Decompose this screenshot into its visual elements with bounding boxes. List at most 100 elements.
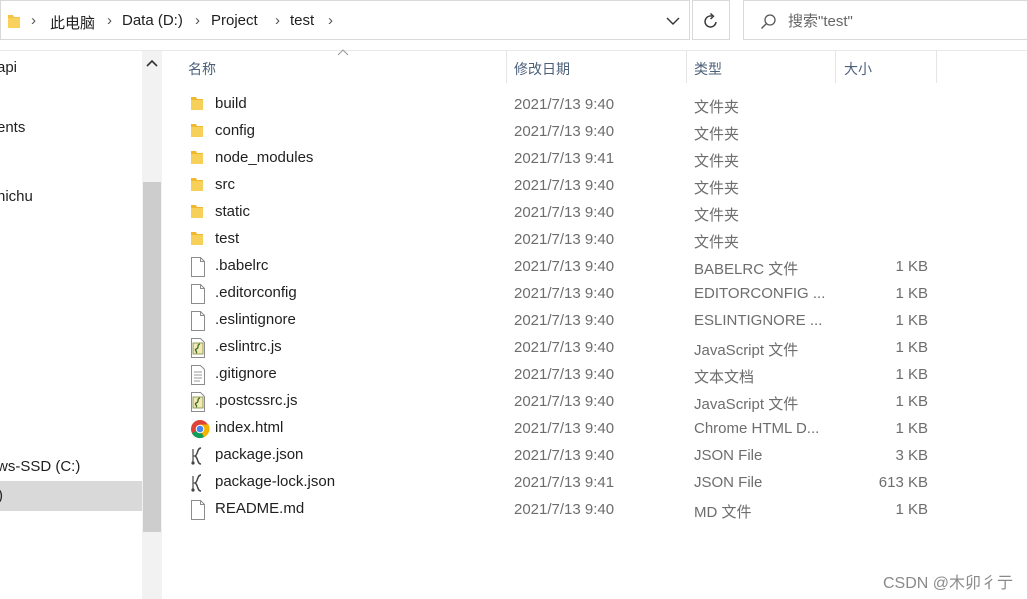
file-modified-date: 2021/7/13 9:40 <box>514 204 615 221</box>
column-divider[interactable] <box>686 51 687 83</box>
file-type: 文件夹 <box>694 99 740 116</box>
file-type: 文件夹 <box>694 234 740 251</box>
file-type: 文件夹 <box>694 207 740 224</box>
breadcrumb-separator-icon[interactable]: › <box>107 12 112 29</box>
scroll-thumb[interactable] <box>143 182 161 532</box>
file-name: .editorconfig <box>215 284 297 301</box>
column-header-size[interactable]: 大小 <box>844 59 872 79</box>
file-type: JSON File <box>694 447 763 464</box>
file-modified-date: 2021/7/13 9:41 <box>514 474 615 491</box>
file-name: build <box>215 95 247 112</box>
file-name: package-lock.json <box>215 473 336 490</box>
file-row[interactable]: src 2021/7/13 9:40 文件夹 <box>178 172 938 199</box>
file-row[interactable]: .eslintignore 2021/7/13 9:40 ESLINTIGNORE … <box>178 307 938 334</box>
file-row[interactable]: config 2021/7/13 9:40 文件夹 <box>178 118 938 145</box>
file-modified-date: 2021/7/13 9:40 <box>514 285 615 302</box>
folder-icon <box>190 230 208 250</box>
file-row[interactable]: package-lock.json 2021/7/13 9:41 JSON File… <box>178 469 938 496</box>
folder-icon <box>190 122 208 142</box>
file-type: MD 文件 <box>694 504 752 521</box>
breadcrumb-this-pc[interactable]: 此电脑 <box>50 12 95 33</box>
file-size: 1 KB <box>895 420 928 437</box>
chevron-down-icon <box>666 17 680 25</box>
nav-scrollbar[interactable] <box>142 51 162 599</box>
search-icon <box>761 14 776 29</box>
file-type: 文件夹 <box>694 153 740 170</box>
chrome-icon <box>190 419 210 439</box>
file-name: .eslintignore <box>215 311 296 328</box>
file-name: .postcssrc.js <box>215 392 298 409</box>
file-row[interactable]: .postcssrc.js 2021/7/13 9:40 JavaScript 文件… <box>178 388 938 415</box>
nav-item-selected[interactable]: ) <box>0 481 142 511</box>
file-modified-date: 2021/7/13 9:40 <box>514 312 615 329</box>
file-modified-date: 2021/7/13 9:40 <box>514 123 615 140</box>
nav-item-local-disk[interactable]: ws-SSD (C:) <box>0 458 80 475</box>
file-type: 文本文档 <box>694 369 755 386</box>
file-row[interactable]: .editorconfig 2021/7/13 9:40 EDITORCONFIG … <box>178 280 938 307</box>
nav-item[interactable]: nichu <box>0 188 33 205</box>
nav-item[interactable]: ents <box>0 119 25 136</box>
file-modified-date: 2021/7/13 9:40 <box>514 96 615 113</box>
file-name: src <box>215 176 235 193</box>
file-size: 1 KB <box>895 393 928 410</box>
column-header-name[interactable]: 名称 <box>188 59 216 79</box>
search-input[interactable] <box>788 10 1018 32</box>
address-history-dropdown[interactable] <box>663 11 683 31</box>
file-modified-date: 2021/7/13 9:40 <box>514 366 615 383</box>
file-name: test <box>215 230 240 247</box>
file-modified-date: 2021/7/13 9:40 <box>514 447 615 464</box>
blank-file-icon <box>190 500 208 520</box>
file-row[interactable]: package.json 2021/7/13 9:40 JSON File 3 KB <box>178 442 938 469</box>
column-header-modified[interactable]: 修改日期 <box>514 59 570 79</box>
file-type: 文件夹 <box>694 126 740 143</box>
file-modified-date: 2021/7/13 9:40 <box>514 177 615 194</box>
watermark: CSDN @木卯彳亍 <box>882 575 1013 592</box>
column-header-type[interactable]: 类型 <box>694 59 722 79</box>
text-file-icon <box>190 365 208 385</box>
file-modified-date: 2021/7/13 9:41 <box>514 150 615 167</box>
file-type: JSON File <box>694 474 763 491</box>
scroll-up-button[interactable] <box>146 55 158 72</box>
column-divider[interactable] <box>936 51 937 83</box>
breadcrumb-separator-icon[interactable]: › <box>275 12 280 29</box>
file-row[interactable]: static 2021/7/13 9:40 文件夹 <box>178 199 938 226</box>
file-name: index.html <box>215 419 284 436</box>
file-row[interactable]: node_modules 2021/7/13 9:41 文件夹 <box>178 145 938 172</box>
file-row[interactable]: README.md 2021/7/13 9:40 MD 文件 1 KB <box>178 496 938 523</box>
sort-ascending-icon <box>337 44 349 61</box>
file-name: .eslintrc.js <box>215 338 282 355</box>
breadcrumb-data-drive[interactable]: Data (D:) <box>122 12 183 29</box>
file-type: JavaScript 文件 <box>694 342 799 359</box>
breadcrumb-project[interactable]: Project <box>211 12 258 29</box>
column-divider[interactable] <box>506 51 507 83</box>
file-row[interactable]: .babelrc 2021/7/13 9:40 BABELRC 文件 1 KB <box>178 253 938 280</box>
nav-item[interactable]: api <box>0 59 17 76</box>
blank-file-icon <box>190 311 208 331</box>
file-row[interactable]: index.html 2021/7/13 9:40 Chrome HTML D...… <box>178 415 938 442</box>
file-row[interactable]: .gitignore 2021/7/13 9:40 文本文档 1 KB <box>178 361 938 388</box>
file-modified-date: 2021/7/13 9:40 <box>514 258 615 275</box>
file-name: .babelrc <box>215 257 269 274</box>
breadcrumb-test[interactable]: test <box>290 12 314 29</box>
address-bar[interactable]: › 此电脑 › Data (D:) › Project › test › <box>0 0 690 40</box>
navigation-pane[interactable]: api ents nichu ws-SSD (C:) ) <box>0 51 162 599</box>
column-divider[interactable] <box>835 51 836 83</box>
file-row[interactable]: .eslintrc.js 2021/7/13 9:40 JavaScript 文件 1… <box>178 334 938 361</box>
file-name: README.md <box>215 500 305 517</box>
file-size: 1 KB <box>895 312 928 329</box>
file-modified-date: 2021/7/13 9:40 <box>514 420 615 437</box>
breadcrumb-separator-icon[interactable]: › <box>195 12 200 29</box>
file-size: 1 KB <box>895 501 928 518</box>
search-box[interactable] <box>743 0 1027 40</box>
nav-item-label: ) <box>0 487 3 504</box>
folder-icon <box>190 176 208 196</box>
breadcrumb-separator-icon[interactable]: › <box>31 12 36 29</box>
refresh-button[interactable] <box>692 0 730 40</box>
file-size: 1 KB <box>895 258 928 275</box>
file-name: package.json <box>215 446 304 463</box>
file-size: 1 KB <box>895 285 928 302</box>
breadcrumb-separator-icon[interactable]: › <box>328 12 333 29</box>
file-row[interactable]: build 2021/7/13 9:40 文件夹 <box>178 91 938 118</box>
folder-icon <box>190 203 208 223</box>
file-row[interactable]: test 2021/7/13 9:40 文件夹 <box>178 226 938 253</box>
